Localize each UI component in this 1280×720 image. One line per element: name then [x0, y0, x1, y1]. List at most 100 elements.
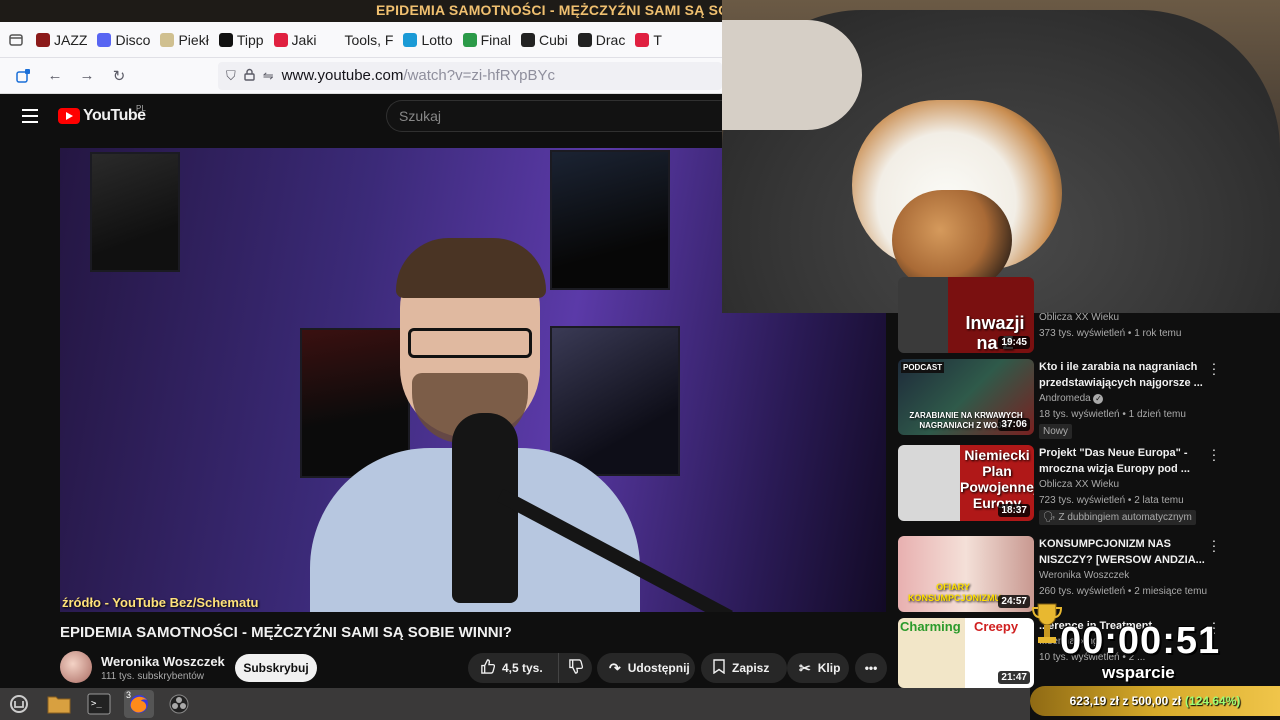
bookmark-item[interactable]: Jaki [273, 26, 316, 54]
dubbing-badge: 🗣 Z dubbingiem automatycznym [1039, 510, 1196, 525]
video-thumbnail[interactable]: Inwazji na Z 19:45 [898, 277, 1034, 353]
recommendation-meta: 260 tys. wyświetleń • 2 miesiące temu [1039, 586, 1208, 597]
duration-badge: 24:57 [998, 595, 1030, 608]
discord-icon [97, 32, 112, 47]
microphone [452, 413, 518, 603]
thumbnail-caption-right: Creepy [974, 619, 1019, 634]
channel-name[interactable]: Weronika Woszczek [101, 654, 225, 669]
video-thumbnail[interactable]: PODCAST ZARABIANIE NA KRWAWYCH NAGRANIAC… [898, 359, 1034, 435]
start-menu-icon[interactable] [4, 690, 34, 718]
dislike-button[interactable] [558, 653, 592, 683]
bookmark-item[interactable]: Piekł [160, 26, 209, 54]
bookmark-label: Tools, F [344, 31, 394, 48]
youtube-icon [635, 32, 650, 47]
cubi-icon [520, 32, 535, 47]
stream-timer: 00:00:51 [1060, 620, 1221, 662]
share-label: Udostępnij [627, 661, 690, 675]
save-button[interactable]: Zapisz [701, 653, 787, 683]
terminal-icon[interactable]: >_ [84, 690, 114, 718]
bookmark-item[interactable]: Tipp [218, 26, 264, 54]
thumbs-up-icon [480, 659, 496, 677]
tabs-icon[interactable] [10, 63, 36, 89]
recommendation-item[interactable]: OFIARY KONSUMPCJONIZMU 24:57 KONSUMPCJON… [898, 533, 1238, 612]
search-input[interactable]: Szukaj [386, 100, 726, 132]
recommendation-title[interactable]: Projekt "Das Neue Europa" - mroczna wizj… [1039, 445, 1209, 477]
shield-icon[interactable]: ⛉ [226, 68, 236, 84]
recommendation-channel[interactable]: Oblicza XX Wieku [1039, 479, 1119, 490]
channel-avatar[interactable] [60, 651, 92, 683]
search-placeholder: Szukaj [399, 108, 442, 124]
reload-button[interactable]: ↻ [106, 63, 132, 89]
more-horizontal-icon: ••• [864, 661, 878, 675]
recommendation-title[interactable]: KONSUMPCJONIZM NAS NISZCZY? [WERSOW ANDZ… [1039, 536, 1209, 568]
more-vertical-icon[interactable]: · · · [1210, 356, 1218, 380]
share-button[interactable]: ↷ Udostępnij [597, 653, 695, 683]
bookmark-label: Lotto [421, 31, 453, 48]
trophy-icon [1031, 600, 1063, 650]
bookmarks-bar: JAZZ Disco Piekł Tipp Jaki Tools, F Lotto Final… [0, 22, 722, 58]
clip-button[interactable]: ✂ Klip [787, 653, 849, 683]
recommendation-title[interactable]: Kto i ile zarabia na nagraniach przedsta… [1039, 359, 1209, 391]
jazz-icon [36, 32, 50, 47]
bookmark-label: Disco [115, 31, 151, 48]
obs-icon[interactable] [164, 690, 194, 718]
back-button[interactable]: ← [42, 63, 68, 89]
bookmark-item[interactable]: Lotto [403, 26, 453, 54]
like-count: 4,5 tys. [502, 661, 543, 675]
permissions-icon[interactable]: ⇋ [263, 68, 274, 84]
like-button[interactable]: 4,5 tys. [468, 653, 558, 683]
video-thumbnail[interactable]: Charming Creepy 21:47 [898, 618, 1034, 688]
bookmark-item[interactable]: Final [462, 26, 511, 54]
bookmark-item[interactable]: Drac [577, 26, 625, 54]
bookmark-label: Tipp [236, 31, 264, 48]
lock-icon[interactable] [244, 68, 255, 84]
recommendation-item[interactable]: PODCAST ZARABIANIE NA KRWAWYCH NAGRANIAC… [898, 356, 1238, 439]
lotto-icon [403, 32, 418, 47]
duration-badge: 37:06 [998, 418, 1030, 431]
recommendation-channel[interactable]: Andromeda ✓ [1039, 393, 1104, 404]
bookmark-icon [713, 659, 725, 677]
tab-overview-icon[interactable] [6, 30, 26, 50]
bookmark-label: Cubi [538, 31, 568, 48]
youtube-logo[interactable]: YouTube [58, 107, 146, 125]
bookmark-item[interactable]: T [635, 26, 662, 54]
recommendation-channel[interactable]: Oblicza XX Wieku [1039, 312, 1119, 323]
forward-button[interactable]: → [74, 63, 100, 89]
recommendation-channel[interactable]: Weronika Woszczek [1039, 570, 1129, 581]
verified-icon: ✓ [1093, 394, 1104, 404]
file-manager-icon[interactable] [44, 690, 74, 718]
donation-goal-bar: 623,19 zł z 500,00 zł (124.64%) [1030, 686, 1280, 716]
url-text[interactable]: www.youtube.com/watch?v=zi-hfRYpBYc [282, 67, 555, 84]
url-bar[interactable]: ⛉ ⇋ www.youtube.com/watch?v=zi-hfRYpBYc [218, 61, 722, 90]
subscribe-button[interactable]: Subskrybuj [235, 654, 317, 682]
bookmark-item[interactable]: JAZZ [36, 26, 87, 54]
navigation-bar: ← → ↻ ⛉ ⇋ www.youtube.com/watch?v=zi-hfR… [0, 58, 722, 94]
more-vertical-icon[interactable]: · · · [1210, 533, 1218, 557]
youtube-icon [273, 32, 288, 47]
youtube-play-icon [58, 108, 80, 124]
dubbing-icon: 🗣 [1043, 512, 1056, 523]
video-thumbnail[interactable]: Niemiecki Plan Powojennej Europy 18:37 [898, 445, 1034, 521]
goal-target: 500,00 zł [1131, 694, 1182, 708]
firefox-icon[interactable]: 3 [124, 690, 154, 718]
hamburger-menu-icon[interactable] [22, 109, 38, 123]
blank-icon [326, 32, 341, 47]
recommendation-item[interactable]: Niemiecki Plan Powojennej Europy 18:37 P… [898, 442, 1238, 525]
page-icon [160, 32, 175, 47]
save-label: Zapisz [732, 661, 770, 675]
bookmark-item[interactable]: Cubi [520, 26, 568, 54]
window-count: 3 [126, 690, 132, 700]
poster-image [90, 152, 180, 272]
recommendation-item[interactable]: Inwazji na Z 19:45 Oblicza XX Wieku 373 t… [898, 277, 1238, 353]
podcast-label: PODCAST [901, 362, 945, 373]
more-actions-button[interactable]: ••• [855, 653, 887, 683]
bookmark-item[interactable]: Disco [97, 26, 150, 54]
recommendation-meta: 18 tys. wyświetleń • 1 dzień temu [1039, 409, 1186, 420]
more-vertical-icon[interactable]: · · · [1210, 442, 1218, 466]
duration-badge: 18:37 [998, 504, 1030, 517]
youtube-header: YouTube PL Szukaj [0, 94, 726, 142]
bookmark-item[interactable]: Tools, F [326, 26, 393, 54]
video-thumbnail[interactable]: OFIARY KONSUMPCJONIZMU 24:57 [898, 536, 1034, 612]
url-domain: www.youtube.com [281, 67, 404, 84]
blanket [722, 20, 862, 130]
